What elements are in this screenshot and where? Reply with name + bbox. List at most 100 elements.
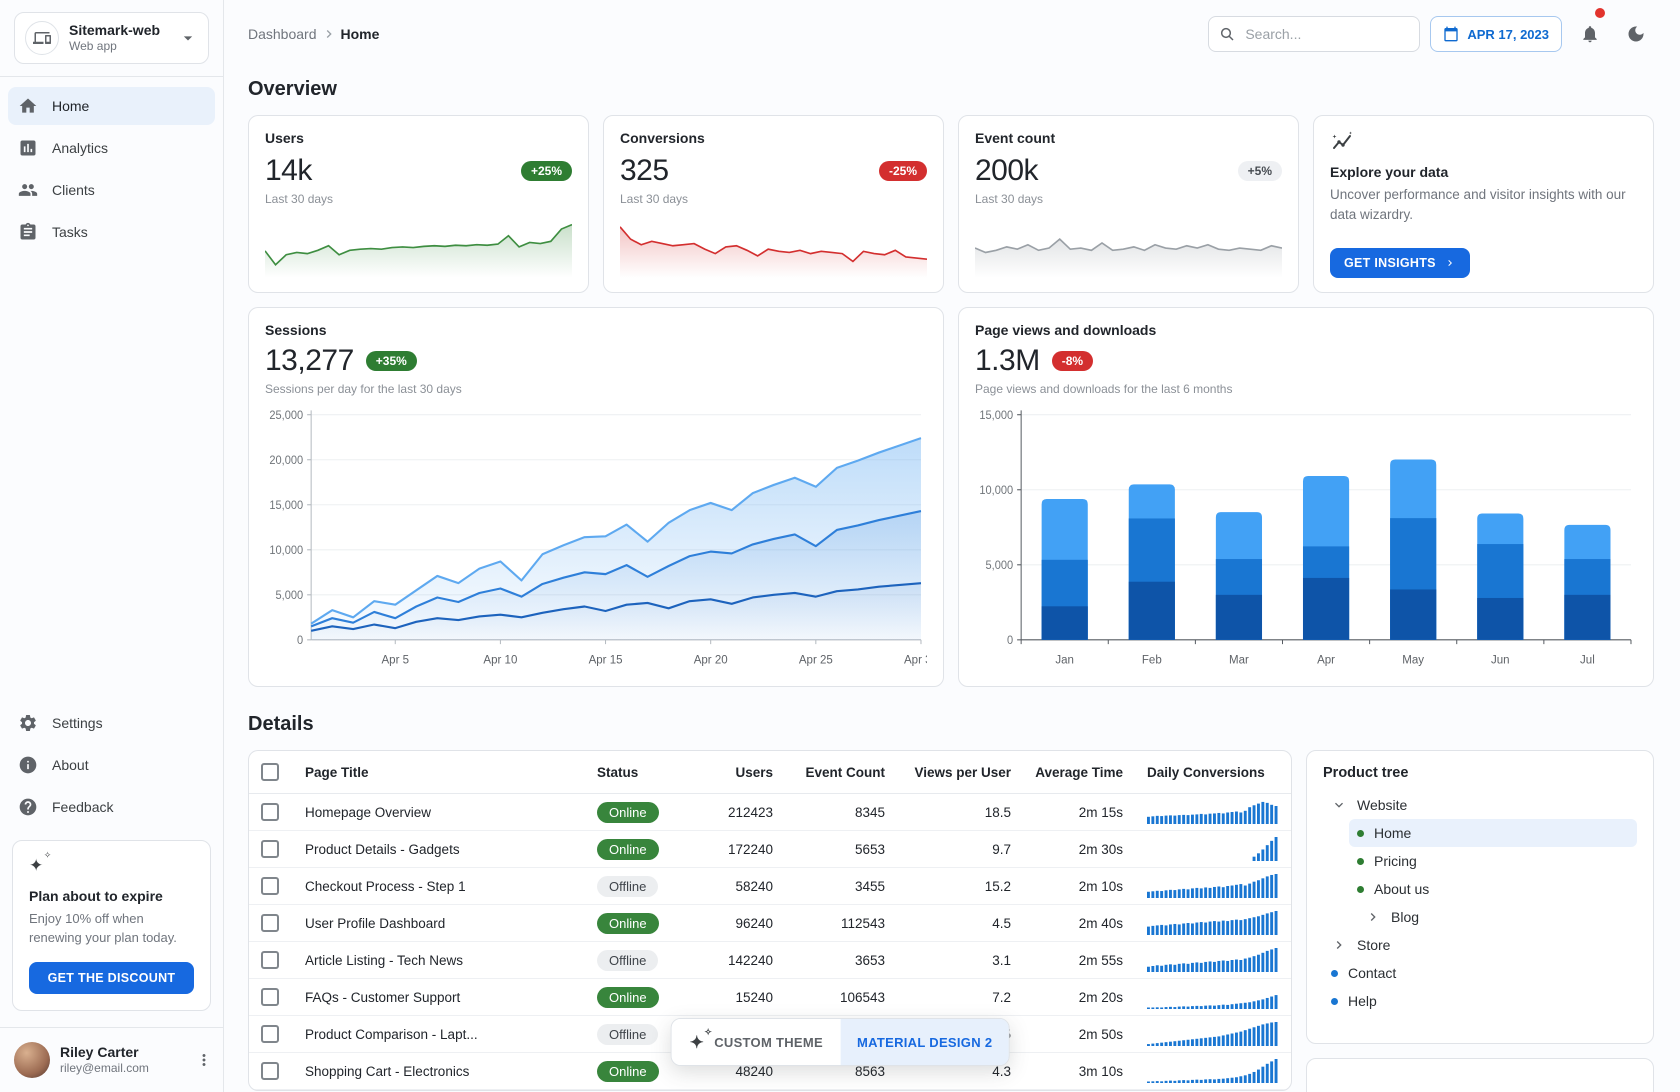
sidebar-nav: Home Analytics Clients Tasks bbox=[0, 77, 223, 251]
sidebar-item-tasks[interactable]: Tasks bbox=[8, 213, 215, 251]
custom-theme-button[interactable]: ✦ CUSTOM THEME bbox=[672, 1019, 841, 1065]
tree-item-pricing[interactable]: Pricing bbox=[1349, 847, 1637, 875]
user-menu-kebab-icon[interactable] bbox=[195, 1051, 213, 1069]
svg-text:Apr 20: Apr 20 bbox=[694, 652, 728, 666]
row-checkbox[interactable] bbox=[261, 951, 279, 969]
views-per-user-cell: 3.1 bbox=[897, 942, 1023, 979]
tree-item-label: Website bbox=[1357, 797, 1407, 813]
row-checkbox[interactable] bbox=[261, 840, 279, 858]
workspace-select[interactable]: Sitemark-web Web app bbox=[14, 12, 209, 64]
workspace-meta: Sitemark-web Web app bbox=[69, 22, 160, 55]
status-badge: Online bbox=[597, 802, 659, 823]
tree-item-about-us[interactable]: About us bbox=[1349, 875, 1637, 903]
user-email: riley@email.com bbox=[60, 1061, 149, 1077]
kpi-change-badge: -25% bbox=[879, 161, 927, 181]
views-per-user-cell: 15.2 bbox=[897, 868, 1023, 905]
row-checkbox[interactable] bbox=[261, 877, 279, 895]
sidebar-item-clients[interactable]: Clients bbox=[8, 171, 215, 209]
notifications-button[interactable] bbox=[1572, 17, 1608, 51]
svg-text:0: 0 bbox=[297, 635, 303, 647]
info-icon bbox=[18, 755, 38, 775]
svg-text:May: May bbox=[1402, 652, 1424, 666]
daily-conversions-sparkline bbox=[1147, 947, 1279, 973]
sidebar-item-home[interactable]: Home bbox=[8, 87, 215, 125]
chevron-down-icon bbox=[178, 28, 198, 48]
user-profile: Riley Carter riley@email.com bbox=[0, 1027, 223, 1092]
kpi-card-event-count: Event count200k+5%Last 30 days bbox=[958, 115, 1299, 293]
partial-card bbox=[1306, 1058, 1654, 1092]
row-checkbox[interactable] bbox=[261, 803, 279, 821]
page-views-subtitle: Page views and downloads for the last 6 … bbox=[975, 382, 1637, 396]
table-row[interactable]: Homepage OverviewOnline212423834518.52m … bbox=[249, 794, 1291, 831]
daily-conversions-cell bbox=[1135, 942, 1291, 979]
sidebar-item-label: Analytics bbox=[52, 140, 108, 156]
average-time-cell: 3m 10s bbox=[1023, 1053, 1135, 1090]
search-box bbox=[1208, 16, 1420, 52]
sidebar-item-about[interactable]: About bbox=[8, 746, 215, 784]
sessions-change-badge: +35% bbox=[366, 351, 417, 371]
insights-icon bbox=[1330, 130, 1354, 154]
sessions-chart: 05,00010,00015,00020,00025,000Apr 5Apr 1… bbox=[265, 404, 927, 672]
users-cell: 142240 bbox=[689, 942, 785, 979]
average-time-cell: 2m 20s bbox=[1023, 979, 1135, 1016]
daily-conversions-cell bbox=[1135, 831, 1291, 868]
dark-mode-toggle[interactable] bbox=[1618, 17, 1654, 51]
average-time-cell: 2m 40s bbox=[1023, 905, 1135, 942]
charts-row: Sessions 13,277 +35% Sessions per day fo… bbox=[248, 307, 1654, 687]
page-views-change-badge: -8% bbox=[1052, 351, 1093, 371]
material-design-2-button[interactable]: MATERIAL DESIGN 2 bbox=[841, 1019, 1008, 1065]
col-average-time: Average Time bbox=[1023, 751, 1135, 794]
tree-item-contact[interactable]: Contact bbox=[1323, 959, 1637, 987]
table-row[interactable]: Article Listing - Tech NewsOffline142240… bbox=[249, 942, 1291, 979]
row-checkbox[interactable] bbox=[261, 988, 279, 1006]
select-all-checkbox[interactable] bbox=[261, 763, 279, 781]
table-row[interactable]: Checkout Process - Step 1Offline58240345… bbox=[249, 868, 1291, 905]
tree-item-label: Home bbox=[1374, 825, 1411, 841]
product-tree: Website Home Pricing About usBlogStoreConta… bbox=[1323, 791, 1637, 1015]
table-row[interactable]: User Profile DashboardOnline962401125434… bbox=[249, 905, 1291, 942]
date-picker-button[interactable]: APR 17, 2023 bbox=[1430, 16, 1562, 52]
tree-item-website[interactable]: Website bbox=[1323, 791, 1637, 819]
row-checkbox[interactable] bbox=[261, 914, 279, 932]
calendar-icon bbox=[1443, 26, 1459, 42]
page-title-cell: Shopping Cart - Electronics bbox=[293, 1053, 585, 1090]
page-title-cell: Checkout Process - Step 1 bbox=[293, 868, 585, 905]
breadcrumb-current: Home bbox=[341, 26, 380, 42]
tree-dot-icon bbox=[1331, 970, 1338, 977]
breadcrumb-dashboard[interactable]: Dashboard bbox=[248, 26, 317, 42]
svg-text:Apr: Apr bbox=[1317, 652, 1335, 666]
svg-text:Mar: Mar bbox=[1229, 652, 1249, 666]
sidebar-item-feedback[interactable]: Feedback bbox=[8, 788, 215, 826]
get-discount-button[interactable]: GET THE DISCOUNT bbox=[29, 962, 194, 994]
table-row[interactable]: Product Details - GadgetsOnline172240565… bbox=[249, 831, 1291, 868]
home-icon bbox=[18, 96, 38, 116]
sidebar-item-settings[interactable]: Settings bbox=[8, 704, 215, 742]
user-name: Riley Carter bbox=[60, 1043, 149, 1061]
tree-item-home[interactable]: Home bbox=[1349, 819, 1637, 847]
kpi-title: Event count bbox=[975, 130, 1282, 146]
tree-item-store[interactable]: Store bbox=[1323, 931, 1637, 959]
daily-conversions-sparkline bbox=[1147, 910, 1279, 936]
workspace-type: Web app bbox=[69, 39, 160, 54]
get-insights-button[interactable]: GET INSIGHTS bbox=[1330, 248, 1470, 278]
tree-item-label: Pricing bbox=[1374, 853, 1417, 869]
svg-text:20,000: 20,000 bbox=[269, 455, 303, 467]
page-views-value: 1.3M bbox=[975, 344, 1040, 378]
page-views-chart: 05,00010,00015,000JanFebMarAprMayJunJul bbox=[975, 404, 1637, 672]
kpi-card-conversions: Conversions325-25%Last 30 days bbox=[603, 115, 944, 293]
kpi-card-users: Users14k+25%Last 30 days bbox=[248, 115, 589, 293]
tree-item-help[interactable]: Help bbox=[1323, 987, 1637, 1015]
sidebar-item-label: Clients bbox=[52, 182, 95, 198]
user-meta: Riley Carter riley@email.com bbox=[60, 1043, 149, 1077]
table-row[interactable]: FAQs - Customer SupportOnline15240106543… bbox=[249, 979, 1291, 1016]
sidebar-item-analytics[interactable]: Analytics bbox=[8, 129, 215, 167]
tree-item-blog[interactable]: Blog bbox=[1357, 903, 1637, 931]
search-input[interactable] bbox=[1243, 25, 1409, 43]
row-checkbox[interactable] bbox=[261, 1025, 279, 1043]
row-checkbox[interactable] bbox=[261, 1062, 279, 1080]
average-time-cell: 2m 10s bbox=[1023, 868, 1135, 905]
svg-text:5,000: 5,000 bbox=[276, 590, 304, 602]
plan-expiry-card: ✦ Plan about to expire Enjoy 10% off whe… bbox=[12, 840, 211, 1011]
svg-text:Apr 15: Apr 15 bbox=[589, 652, 623, 666]
sidebar-item-label: Tasks bbox=[52, 224, 88, 240]
